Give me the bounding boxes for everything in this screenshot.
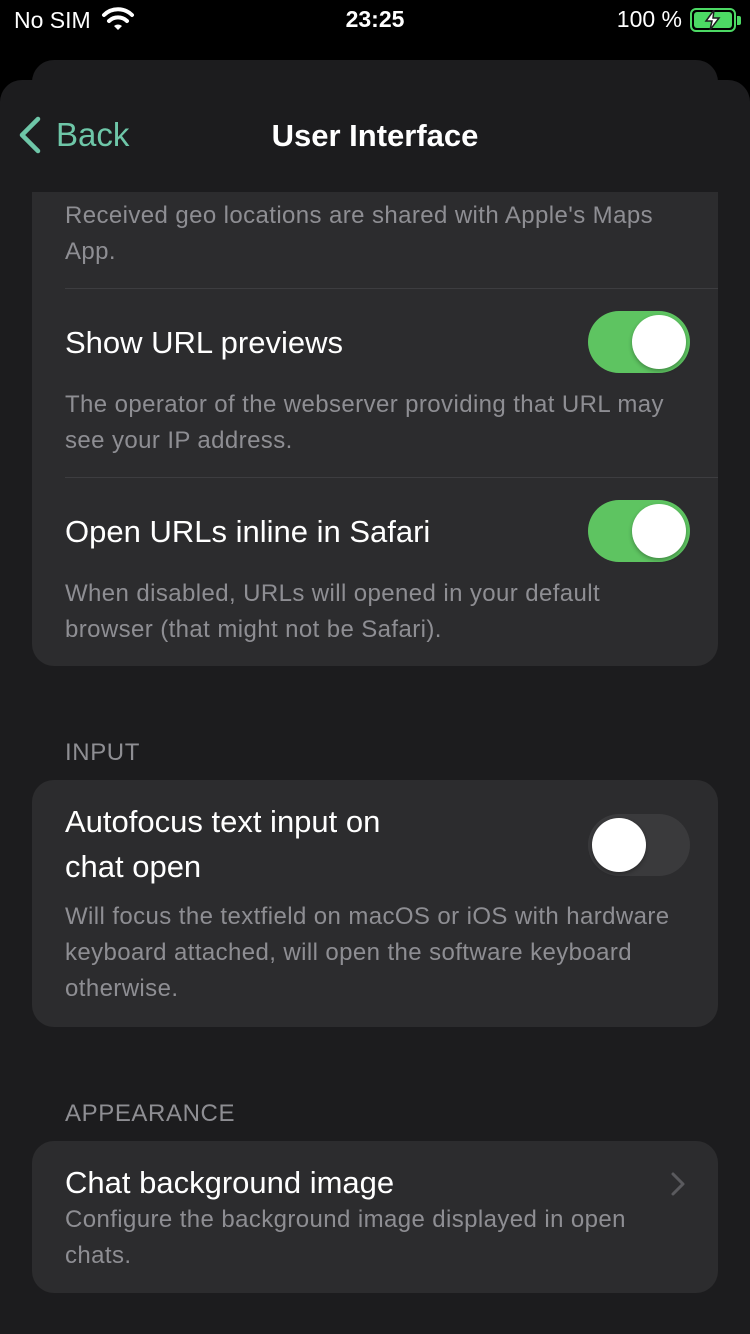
status-right: 100 % — [616, 6, 741, 33]
url-previews-toggle[interactable] — [588, 311, 690, 373]
autofocus-description: Will focus the textfield on macOS or iOS… — [65, 903, 670, 1002]
chat-background-row[interactable]: Chat background image Configure the back… — [32, 1141, 718, 1293]
chat-background-title: Chat background image — [65, 1165, 395, 1200]
divider — [65, 477, 718, 478]
chevron-right-icon — [671, 1172, 685, 1196]
toggle-knob — [592, 818, 646, 872]
autofocus-title-line2: chat open — [65, 849, 202, 884]
screen: No SIM 23:25 100 % Back User Interface R… — [0, 0, 750, 1334]
toggle-knob — [632, 315, 686, 369]
toggle-knob — [632, 504, 686, 558]
input-settings-card: Autofocus text input on chat open Will f… — [32, 780, 718, 1027]
settings-sheet: Back User Interface Received geo locatio… — [0, 80, 750, 1334]
url-previews-title: Show URL previews — [65, 325, 343, 360]
battery-percentage: 100 % — [616, 6, 682, 32]
open-inline-toggle[interactable] — [588, 500, 690, 562]
page-title: User Interface — [271, 118, 479, 153]
divider — [65, 288, 718, 289]
status-bar: No SIM 23:25 100 % — [0, 0, 750, 44]
open-inline-title: Open URLs inline in Safari — [65, 514, 431, 549]
open-inline-description: When disabled, URLs will opened in your … — [65, 580, 601, 643]
geo-locations-description: Received geo locations are shared with A… — [65, 202, 653, 265]
section-header-input: INPUT — [65, 739, 140, 766]
chat-background-description: Configure the background image displayed… — [65, 1206, 626, 1269]
navigation-bar: Back User Interface — [0, 80, 750, 192]
url-previews-description: The operator of the webserver providing … — [65, 391, 664, 454]
autofocus-title-line1: Autofocus text input on — [65, 804, 381, 839]
autofocus-toggle[interactable] — [588, 814, 690, 876]
section-header-appearance: APPEARANCE — [65, 1100, 236, 1127]
battery-charging-icon — [690, 7, 741, 32]
links-settings-card: Received geo locations are shared with A… — [32, 192, 718, 666]
